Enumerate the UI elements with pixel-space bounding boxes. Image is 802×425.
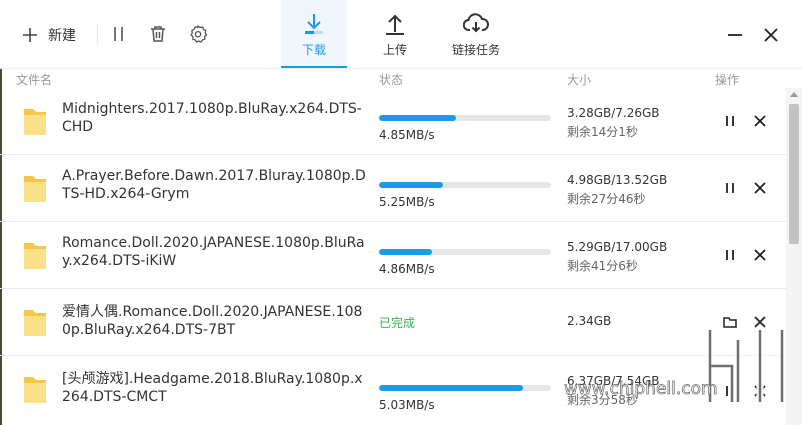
toolbar: 新建 下载 上传 链接任务	[0, 0, 802, 68]
pause-all-icon[interactable]	[109, 24, 129, 44]
progress-fill	[379, 115, 457, 121]
task-name: [头颅游戏].Headgame.2018.BluRay.1080p.x264.D…	[62, 371, 363, 405]
download-icon	[305, 14, 323, 34]
column-status: 状态	[379, 73, 404, 87]
pause-task-icon[interactable]	[722, 113, 738, 129]
remove-task-icon[interactable]	[752, 247, 768, 263]
task-status-completed: 已完成	[379, 316, 416, 330]
folder-icon	[24, 109, 46, 135]
pause-task-icon[interactable]	[722, 247, 738, 263]
progress-fill	[379, 249, 433, 255]
folder-icon	[24, 310, 46, 336]
folder-icon	[24, 176, 46, 202]
cloud-download-icon	[463, 13, 489, 33]
scroll-up-arrow-icon[interactable]	[790, 92, 798, 97]
progress-bar	[379, 182, 551, 188]
progress-fill	[379, 385, 524, 391]
scroll-thumb[interactable]	[789, 104, 799, 244]
task-name: Midnighters.2017.1080p.BluRay.x264.DTS-C…	[62, 101, 362, 135]
tab-link-task-label: 链接任务	[451, 43, 500, 57]
remove-task-icon[interactable]	[752, 314, 768, 330]
task-row[interactable]: [头颅游戏].Headgame.2018.BluRay.1080p.x264.D…	[0, 356, 786, 422]
progress-bar	[379, 115, 551, 121]
gear-icon[interactable]	[188, 24, 208, 44]
toolbar-divider	[97, 24, 98, 44]
task-list: Midnighters.2017.1080p.BluRay.x264.DTS-C…	[0, 88, 786, 422]
upload-icon	[386, 14, 404, 35]
task-name: Romance.Doll.2020.JAPANESE.1080p.BluRay.…	[62, 235, 365, 269]
task-row[interactable]: Romance.Doll.2020.JAPANESE.1080p.BluRay.…	[0, 222, 786, 289]
task-row[interactable]: 爱情人偶.Romance.Doll.2020.JAPANESE.1080p.Bl…	[0, 289, 786, 356]
scrollbar[interactable]	[786, 88, 802, 425]
task-name: 爱情人偶.Romance.Doll.2020.JAPANESE.1080p.Bl…	[62, 304, 363, 338]
folder-icon	[24, 243, 46, 269]
task-row[interactable]: A.Prayer.Before.Dawn.2017.Bluray.1080p.D…	[0, 155, 786, 222]
task-remaining: 剩余14分1秒	[567, 125, 638, 139]
plus-icon	[23, 28, 37, 42]
task-size: 5.29GB/17.00GB	[567, 240, 668, 254]
task-speed: 4.85MB/s	[379, 128, 435, 142]
remove-task-icon[interactable]	[752, 113, 768, 129]
column-action: 操作	[715, 73, 740, 87]
tab-link-task[interactable]: 链接任务	[443, 0, 509, 68]
remove-task-icon[interactable]	[752, 383, 768, 399]
progress-bar	[379, 249, 551, 255]
column-name: 文件名	[16, 73, 53, 87]
task-remaining: 剩余41分6秒	[567, 259, 638, 273]
new-task-button[interactable]: 新建	[22, 22, 76, 48]
task-size: 2.34GB	[567, 314, 612, 328]
tab-upload-label: 上传	[382, 43, 407, 57]
task-size: 4.98GB/13.52GB	[567, 173, 668, 187]
task-row[interactable]: Midnighters.2017.1080p.BluRay.x264.DTS-C…	[0, 88, 786, 155]
task-speed: 5.03MB/s	[379, 398, 435, 412]
task-remaining: 剩余27分46秒	[567, 192, 646, 206]
task-speed: 4.86MB/s	[379, 262, 435, 276]
pause-task-icon[interactable]	[722, 383, 738, 399]
minimize-button[interactable]	[726, 26, 744, 44]
tab-upload[interactable]: 上传	[362, 0, 428, 68]
progress-fill	[379, 182, 443, 188]
task-speed: 5.25MB/s	[379, 195, 435, 209]
pause-task-icon[interactable]	[722, 180, 738, 196]
column-header: 文件名 状态 大小 操作	[0, 68, 802, 89]
task-name: A.Prayer.Before.Dawn.2017.Bluray.1080p.D…	[62, 168, 366, 202]
task-remaining: 剩余3分58秒	[567, 393, 638, 407]
folder-icon	[24, 377, 46, 403]
open-folder-icon[interactable]	[722, 314, 738, 330]
column-size: 大小	[567, 73, 592, 87]
new-task-label: 新建	[48, 28, 76, 44]
tab-download[interactable]: 下载	[281, 0, 347, 68]
remove-task-icon[interactable]	[752, 180, 768, 196]
progress-bar	[379, 385, 551, 391]
task-size: 6.37GB/7.54GB	[567, 374, 660, 388]
trash-icon[interactable]	[148, 24, 168, 44]
close-window-button[interactable]	[762, 26, 780, 44]
task-size: 3.28GB/7.26GB	[567, 106, 660, 120]
tab-download-label: 下载	[301, 43, 326, 57]
